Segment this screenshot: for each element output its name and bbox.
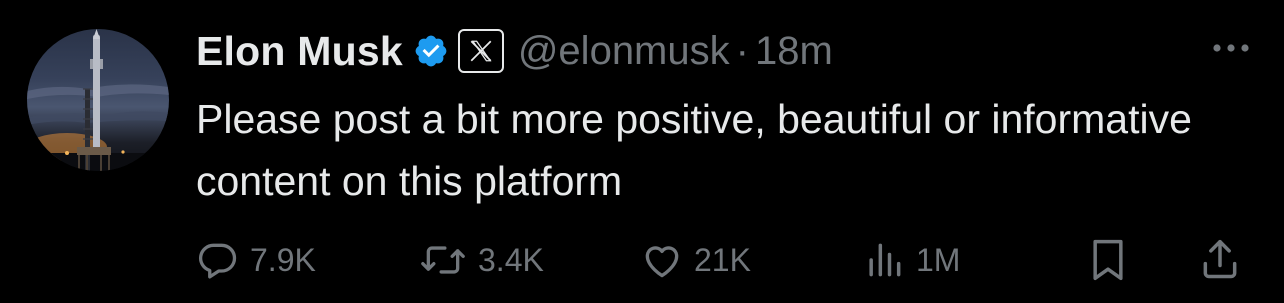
tweet-header: Elon Musk @elonmusk · 18m	[196, 26, 833, 76]
avatar[interactable]	[27, 29, 169, 171]
views-count: 1M	[916, 241, 961, 278]
reply-icon	[198, 243, 237, 279]
author-handle[interactable]: @elonmusk	[518, 29, 730, 74]
share-icon	[1203, 239, 1237, 279]
reply-button[interactable]: 7.9K	[196, 232, 316, 288]
more-options-icon[interactable]	[1208, 36, 1254, 60]
header-separator: ·	[735, 28, 749, 73]
timestamp[interactable]: 18m	[755, 29, 833, 74]
tweet[interactable]: Elon Musk @elonmusk · 18m Please post a …	[0, 0, 1284, 303]
repost-icon	[421, 246, 465, 274]
reply-count: 7.9K	[250, 241, 316, 278]
repost-count: 3.4K	[478, 241, 544, 278]
analytics-icon	[869, 243, 901, 277]
heart-icon	[645, 246, 679, 278]
tweet-actions: 7.9K 3.4K 21K 1M	[0, 232, 1284, 288]
like-count: 21K	[694, 241, 751, 278]
like-button[interactable]: 21K	[640, 232, 751, 288]
bookmark-button[interactable]	[1086, 232, 1130, 288]
verified-badge-icon[interactable]	[413, 33, 449, 69]
tweet-text: Please post a bit more positive, beautif…	[196, 96, 1192, 204]
views-button[interactable]: 1M	[862, 232, 960, 288]
x-logo-icon[interactable]	[457, 29, 504, 73]
starship-avatar-image	[27, 29, 169, 171]
bookmark-icon	[1093, 239, 1123, 281]
share-button[interactable]	[1198, 232, 1242, 288]
author-display-name[interactable]: Elon Musk	[196, 28, 403, 75]
repost-button[interactable]: 3.4K	[418, 232, 544, 288]
